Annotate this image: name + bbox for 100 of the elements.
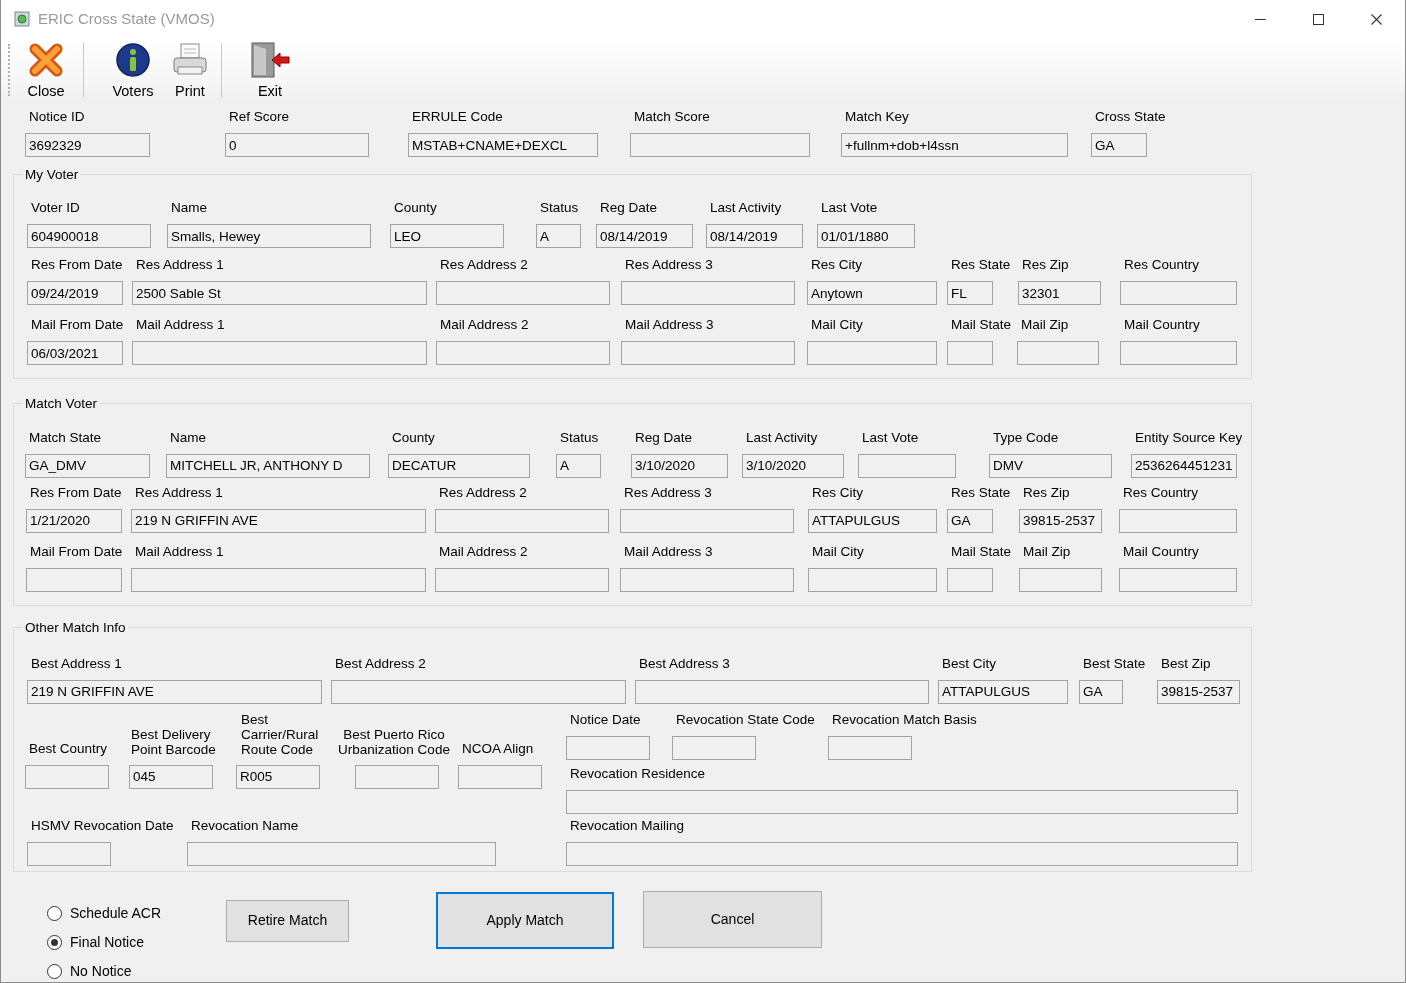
text-field[interactable]: 2500 Sable St (132, 281, 427, 306)
text-field[interactable] (672, 735, 756, 760)
text-field[interactable] (1017, 341, 1099, 366)
text-field[interactable]: 3/10/2020 (631, 453, 728, 478)
dialog-button[interactable]: Cancel (643, 890, 822, 948)
text-field[interactable]: 1/21/2020 (26, 508, 122, 533)
radio-label[interactable]: Final Notice (70, 931, 144, 953)
text-field[interactable]: MITCHELL JR, ANTHONY D (166, 453, 370, 478)
field-label: Mail Address 1 (136, 317, 225, 334)
field-label: Mail Address 1 (135, 543, 224, 560)
text-field[interactable] (621, 341, 795, 366)
text-field[interactable] (620, 508, 794, 533)
text-field[interactable]: FL (947, 281, 993, 306)
text-field[interactable]: A (536, 224, 581, 249)
field-label: Name (170, 429, 206, 446)
text-field[interactable]: 08/14/2019 (706, 224, 803, 249)
radio-button[interactable] (47, 934, 62, 950)
text-field[interactable] (1119, 567, 1237, 592)
text-field[interactable]: LEO (390, 224, 504, 249)
text-field[interactable] (1119, 508, 1237, 533)
dialog-button[interactable]: Apply Match (436, 891, 614, 949)
field-label: Best Carrier/Rural Route Code (241, 711, 320, 757)
text-field[interactable] (1120, 341, 1237, 366)
text-field[interactable]: 3/10/2020 (742, 453, 844, 478)
field-label: Res From Date (31, 257, 123, 274)
text-field[interactable]: +fullnm+dob+l4ssn (841, 133, 1068, 157)
text-field[interactable]: GA_DMV (25, 453, 150, 478)
toolbar-button[interactable]: Print (168, 40, 212, 100)
text-field[interactable] (566, 841, 1238, 866)
field-label: Res Address 3 (625, 257, 713, 274)
text-field[interactable]: 06/03/2021 (27, 341, 123, 366)
text-field[interactable] (1120, 281, 1237, 306)
field-label: Last Activity (746, 429, 818, 446)
text-field[interactable]: 045 (129, 764, 213, 789)
text-field[interactable] (132, 341, 427, 366)
field-label: Reg Date (635, 429, 693, 446)
text-field[interactable] (435, 567, 609, 592)
text-field[interactable] (947, 341, 993, 366)
text-field[interactable]: 0 (225, 133, 369, 157)
radio-label[interactable]: No Notice (70, 960, 132, 982)
text-field[interactable]: GA (1091, 133, 1147, 157)
text-field[interactable]: 08/14/2019 (596, 224, 693, 249)
text-field[interactable] (858, 453, 956, 478)
text-field[interactable] (187, 841, 496, 866)
text-field[interactable] (828, 735, 912, 760)
toolbar-button[interactable]: Exit (246, 40, 294, 100)
text-field[interactable] (458, 764, 542, 789)
text-field[interactable] (1019, 567, 1102, 592)
text-field[interactable] (27, 841, 111, 866)
text-field[interactable]: ATTAPULGUS (808, 508, 937, 533)
text-field[interactable] (436, 281, 610, 306)
text-field[interactable] (630, 133, 810, 157)
text-field[interactable] (436, 341, 610, 366)
text-field[interactable]: Anytown (807, 281, 937, 306)
toolbar-button[interactable]: Voters (108, 40, 158, 100)
text-field[interactable]: GA (947, 508, 993, 533)
text-field[interactable] (947, 567, 993, 592)
text-field[interactable] (635, 679, 929, 704)
field-label: Res Address 3 (624, 484, 712, 501)
text-field[interactable] (331, 679, 626, 704)
text-field[interactable]: MSTAB+CNAME+DEXCL (408, 133, 598, 157)
text-field[interactable] (807, 341, 937, 366)
text-field[interactable]: DMV (989, 453, 1112, 478)
text-field[interactable]: 01/01/1880 (817, 224, 915, 249)
field-label: Mail Country (1123, 543, 1199, 560)
text-field[interactable]: 219 N GRIFFIN AVE (131, 508, 426, 533)
text-field[interactable] (26, 567, 122, 592)
text-field[interactable]: GA (1079, 679, 1123, 704)
text-field[interactable] (435, 508, 609, 533)
text-field[interactable]: 219 N GRIFFIN AVE (27, 679, 322, 704)
text-field[interactable] (566, 789, 1238, 814)
text-field[interactable]: DECATUR (388, 453, 530, 478)
text-field[interactable]: 39815-2537 (1019, 508, 1102, 533)
text-field[interactable]: 39815-2537 (1157, 679, 1240, 704)
text-field[interactable]: 2536264451231 (1131, 453, 1237, 478)
text-field[interactable]: 3692329 (25, 133, 150, 157)
text-field[interactable]: 604900018 (27, 224, 151, 249)
field-label: Type Code (993, 429, 1059, 446)
text-field[interactable] (620, 567, 794, 592)
text-field[interactable]: 09/24/2019 (27, 281, 123, 306)
text-field[interactable] (566, 735, 650, 760)
text-field[interactable]: Smalls, Hewey (167, 224, 371, 249)
text-field[interactable] (131, 567, 426, 592)
text-field[interactable]: 32301 (1018, 281, 1101, 306)
field-label: ERRULE Code (412, 109, 503, 125)
text-field[interactable] (621, 281, 795, 306)
text-field[interactable]: ATTAPULGUS (938, 679, 1068, 704)
text-field[interactable] (808, 567, 937, 592)
radio-label[interactable]: Schedule ACR (70, 902, 162, 924)
radio-button[interactable] (47, 905, 62, 921)
radio-button[interactable] (47, 963, 62, 979)
text-field[interactable]: A (556, 453, 601, 478)
field-label: County (392, 429, 435, 446)
toolbar-button[interactable]: Close (23, 40, 69, 100)
dialog-button[interactable]: Retire Match (226, 899, 349, 942)
text-field[interactable] (355, 764, 439, 789)
field-label: Best Country (29, 740, 108, 757)
text-field[interactable] (25, 764, 109, 789)
text-field[interactable]: R005 (236, 764, 320, 789)
field-label: Mail Address 2 (439, 543, 528, 560)
